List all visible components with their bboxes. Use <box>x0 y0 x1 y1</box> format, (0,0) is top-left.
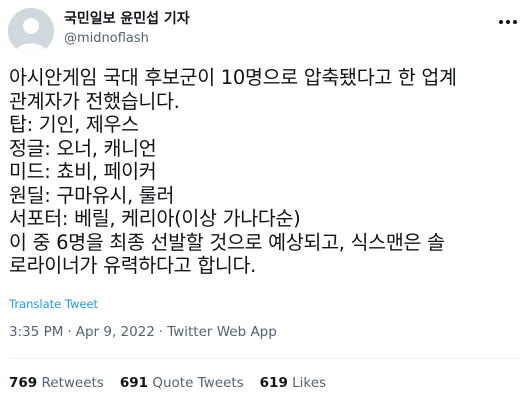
tweet-text: 아시안게임 국대 후보군이 10명으로 압축됐다고 한 업계 관계자가 전했습니… <box>9 66 523 278</box>
tweet-card: 국민일보 윤민섭 기자 @midnoflash 아시안게임 국대 후보군이 10… <box>0 0 530 406</box>
likes-label: Likes <box>292 375 327 391</box>
retweets-label: Retweets <box>41 375 104 391</box>
tweet-line: 탑: 기인, 제우스 <box>9 113 139 136</box>
tweet-stats: 769 Retweets 691 Quote Tweets 619 Likes <box>9 374 342 392</box>
quote-tweets-stat[interactable]: 691 Quote Tweets <box>120 374 244 392</box>
more-options-icon[interactable] <box>496 10 520 34</box>
tweet-line: 아시안게임 국대 후보군이 10명으로 압축됐다고 한 업계 <box>9 66 457 89</box>
tweet-date[interactable]: Apr 9, 2022 <box>76 324 155 340</box>
meta-separator: · <box>158 324 164 340</box>
author-handle[interactable]: @midnoflash <box>64 30 149 48</box>
tweet-line: 미드: 쵸비, 페이커 <box>9 160 157 183</box>
tweet-time[interactable]: 3:35 PM <box>9 324 63 340</box>
tweet-metadata: 3:35 PM · Apr 9, 2022 · Twitter Web App <box>9 322 277 342</box>
tweet-line: 관계자가 전했습니다. <box>9 89 180 113</box>
retweets-stat[interactable]: 769 Retweets <box>9 374 104 392</box>
tweet-line: 정글: 오너, 캐니언 <box>9 136 157 160</box>
translate-tweet-link[interactable]: Translate Tweet <box>9 296 98 312</box>
likes-count: 619 <box>259 375 288 391</box>
retweets-count: 769 <box>9 375 38 391</box>
meta-separator: · <box>67 324 72 340</box>
tweet-line: 원딜: 구마유시, 룰러 <box>9 183 175 207</box>
quote-tweets-count: 691 <box>119 375 149 391</box>
tweet-line: 이 중 6명을 최종 선발할 것으로 예상되고, 식스맨은 솔 <box>9 230 445 254</box>
quote-tweets-label: Quote Tweets <box>152 375 244 391</box>
tweet-source[interactable]: Twitter Web App <box>167 324 277 340</box>
avatar[interactable] <box>8 8 54 54</box>
author-name[interactable]: 국민일보 윤민섭 기자 <box>64 10 190 28</box>
default-avatar-icon <box>8 8 54 54</box>
likes-stat[interactable]: 619 Likes <box>260 374 326 392</box>
tweet-line: 서포터: 베릴, 케리아(이상 가나다순) <box>9 207 301 230</box>
divider <box>9 358 521 359</box>
tweet-line: 로라이너가 유력하다고 합니다. <box>9 254 257 277</box>
